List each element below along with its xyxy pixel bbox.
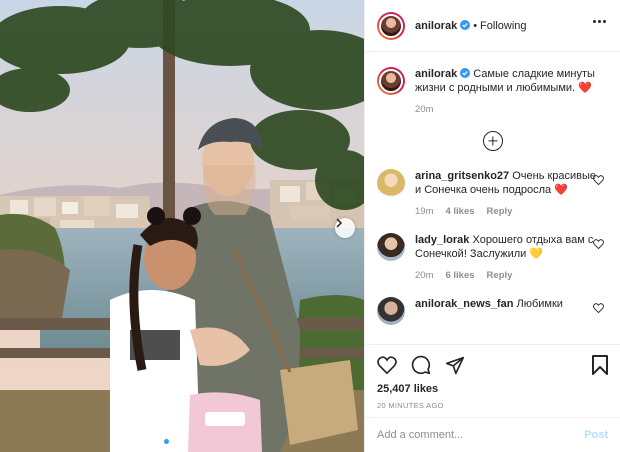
caption-body: anilorak Самые сладкие минуты жизни с ро… [415, 67, 605, 117]
more-options-icon[interactable] [593, 20, 606, 23]
comment-meta: 19m 4 likes Reply [415, 205, 605, 219]
comment-row: anilorak_news_fan Любимки [377, 297, 608, 325]
carousel-indicator [164, 439, 187, 444]
post-header: anilorak • Following [365, 0, 620, 52]
bookmark-icon [592, 355, 608, 375]
post-photo[interactable] [0, 0, 364, 452]
chevron-right-icon [336, 218, 343, 228]
post-timestamp[interactable]: 20 MINUTES AGO [377, 401, 608, 410]
following-button[interactable]: Following [480, 20, 526, 32]
caption-row: anilorak Самые сладкие минуты жизни с ро… [377, 67, 608, 117]
likes-count[interactable]: 25,407 likes [377, 383, 608, 395]
yellow-heart-emoji: 💛 [529, 248, 544, 260]
post-actions: 25,407 likes 20 MINUTES AGO [365, 344, 620, 416]
caption-meta: 20m [415, 103, 605, 117]
like-comment-heart-icon[interactable] [593, 303, 604, 313]
caption-time[interactable]: 20m [415, 103, 433, 117]
comments-list[interactable]: anilorak Самые сладкие минуты жизни с ро… [365, 53, 620, 344]
header-username-text[interactable]: anilorak [415, 20, 457, 32]
paper-plane-icon [445, 356, 465, 374]
reply-button[interactable]: Reply [487, 205, 513, 219]
photo-illustration [0, 0, 364, 452]
carousel-dot-active [164, 439, 169, 444]
load-more-comments [377, 131, 608, 151]
comment-row: arina_gritsenko27 Очень красивые и Сонеч… [377, 169, 608, 219]
red-heart-emoji: ❤️ [578, 82, 592, 94]
carousel-dot [182, 439, 187, 444]
comment-button[interactable] [411, 355, 431, 375]
carousel-dot [173, 439, 178, 444]
post-comment-button[interactable]: Post [584, 429, 608, 441]
comment-input[interactable] [377, 429, 585, 441]
like-comment-heart-icon[interactable] [593, 175, 604, 185]
caption-username[interactable]: anilorak [415, 68, 457, 80]
header-separator: • [473, 19, 478, 32]
reply-button[interactable]: Reply [487, 269, 513, 283]
heart-icon [377, 356, 397, 374]
comment-body: anilorak_news_fan Любимки [415, 297, 605, 325]
comment-row: lady_lorak Хорошего отдыха вам с Сонечко… [377, 233, 608, 283]
like-button[interactable] [377, 356, 397, 374]
comment-avatar[interactable] [377, 297, 405, 325]
action-icons [377, 351, 608, 379]
comment-username[interactable]: lady_lorak [415, 234, 469, 246]
header-username[interactable]: anilorak [415, 19, 471, 32]
comment-likes[interactable]: 6 likes [445, 269, 474, 283]
verified-icon [460, 19, 471, 30]
comment-avatar[interactable] [377, 169, 405, 197]
plus-circle-icon[interactable] [482, 131, 503, 151]
comment-body: lady_lorak Хорошего отдыха вам с Сонечко… [415, 233, 605, 283]
comment-icon [411, 355, 431, 375]
add-comment-bar: Post [365, 417, 620, 452]
share-button[interactable] [445, 356, 465, 375]
next-photo-button[interactable] [335, 218, 355, 238]
post-details-panel: anilorak • Following anilorak Самые слад… [364, 0, 620, 452]
comment-text: Любимки [516, 298, 563, 310]
comment-likes[interactable]: 4 likes [445, 205, 474, 219]
comment-avatar[interactable] [377, 233, 405, 261]
save-button[interactable] [592, 355, 608, 378]
red-heart-emoji: ❤️ [554, 184, 568, 196]
comment-time[interactable]: 20m [415, 269, 433, 283]
caption-avatar[interactable] [377, 67, 405, 95]
comment-meta: 20m 6 likes Reply [415, 269, 605, 283]
comment-username[interactable]: arina_gritsenko27 [415, 170, 509, 182]
verified-icon [460, 68, 471, 78]
comment-body: arina_gritsenko27 Очень красивые и Сонеч… [415, 169, 605, 219]
like-comment-heart-icon[interactable] [593, 239, 604, 249]
comment-time[interactable]: 19m [415, 205, 433, 219]
avatar[interactable] [377, 11, 405, 40]
comment-username[interactable]: anilorak_news_fan [415, 298, 513, 310]
